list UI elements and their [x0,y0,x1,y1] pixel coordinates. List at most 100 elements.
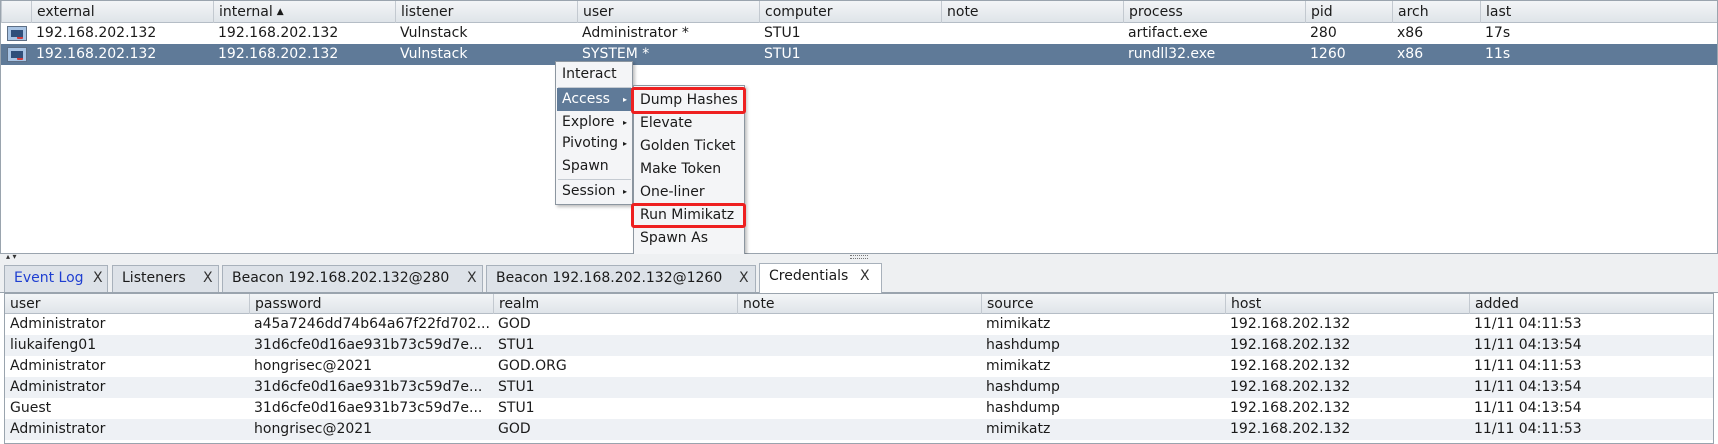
session-row-selected[interactable]: 192.168.202.132 192.168.202.132 Vulnstac… [1,44,1717,65]
menu-item-make-token[interactable]: Make Token [635,158,744,181]
close-tab-icon[interactable]: X [860,264,870,289]
column-header-label: realm [499,296,540,312]
splitter-grip-icon[interactable] [850,255,868,259]
menu-item-label: Pivoting [562,135,619,151]
session-context-menu: Interact Access ▸ Explore ▸ Pivoting ▸ Spaw… [555,61,633,205]
column-header-pid[interactable]: pid [1305,1,1392,23]
credential-user: Administrator [10,358,106,374]
credential-note [737,419,981,440]
column-header-added[interactable]: added [1469,294,1715,314]
tab-event-log[interactable]: Event Log X [4,265,108,292]
sessions-table: external internal ▲ listener user compute… [0,0,1718,254]
credential-source: mimikatz [986,421,1051,437]
credential-note [737,356,981,377]
column-header-password[interactable]: password [249,294,493,314]
beacon-session-icon [7,26,27,41]
column-header-source[interactable]: source [981,294,1225,314]
column-header-last[interactable]: last [1480,1,1718,23]
sessions-table-header: external internal ▲ listener user compute… [1,1,1717,23]
column-header-realm[interactable]: realm [493,294,737,314]
menu-item-one-liner[interactable]: One-liner [635,181,744,204]
menu-item-interact[interactable]: Interact [557,63,632,86]
session-external: 192.168.202.132 [36,25,157,41]
tab-beacon-280[interactable]: Beacon 192.168.202.132@280 X [222,265,483,292]
collapse-expand-arrows-icon[interactable]: ▴ ▾ [6,252,17,261]
credential-added: 11/11 04:11:53 [1474,358,1582,374]
column-header-internal[interactable]: internal ▲ [213,1,395,23]
close-tab-icon[interactable]: X [739,266,749,291]
tab-label: Listeners [122,270,186,286]
column-header-label: internal [219,4,273,20]
menu-item-label: Interact [562,66,617,82]
credential-added: 11/11 04:13:54 [1474,400,1582,416]
tab-label: Credentials [769,268,849,284]
menu-item-spawn[interactable]: Spawn [557,155,632,178]
menu-item-spawn-as[interactable]: Spawn As [635,227,744,250]
column-header-process[interactable]: process [1123,1,1305,23]
close-tab-icon[interactable]: X [93,266,103,291]
menu-item-elevate[interactable]: Elevate [635,112,744,135]
column-header-user[interactable]: user [5,294,249,314]
session-pid: 1260 [1310,46,1346,62]
credential-row[interactable]: Administrator a45a7246dd74b64a67f22fd702… [5,314,1713,335]
close-tab-icon[interactable]: X [203,266,213,291]
column-header-host[interactable]: host [1225,294,1469,314]
credential-password: hongrisec@2021 [254,421,373,437]
menu-item-label: Make Token [640,161,722,177]
session-user: Administrator * [582,25,689,41]
credential-password: 31d6cfe0d16ae931b73c59d7e... [254,379,483,395]
session-last: 11s [1485,46,1511,62]
column-header-listener[interactable]: listener [395,1,577,23]
credential-password: a45a7246dd74b64a67f22fd702... [254,316,490,332]
column-header-label: pid [1311,4,1333,20]
run-mimikatz-highlight-box [631,203,746,228]
column-header-label: user [583,4,614,20]
credential-user: Administrator [10,379,106,395]
session-note [941,44,1123,65]
credential-realm: GOD.ORG [498,358,567,374]
column-header-note[interactable]: note [941,1,1123,23]
column-header-computer[interactable]: computer [759,1,941,23]
column-header-arch[interactable]: arch [1392,1,1480,23]
session-row[interactable]: 192.168.202.132 192.168.202.132 Vulnstac… [1,23,1717,44]
column-header-label: listener [401,4,454,20]
credential-row[interactable]: Administrator hongrisec@2021 GOD mimikat… [5,419,1713,440]
menu-item-pivoting[interactable]: Pivoting ▸ [557,132,632,155]
menu-item-access[interactable]: Access ▸ [557,88,632,111]
column-header-external[interactable]: external [31,1,213,23]
menu-item-session[interactable]: Session ▸ [557,180,632,203]
tab-credentials[interactable]: Credentials X [759,263,882,293]
close-tab-icon[interactable]: X [467,266,477,291]
credential-row[interactable]: Guest 31d6cfe0d16ae931b73c59d7e... STU1 … [5,398,1713,419]
credential-added: 11/11 04:13:54 [1474,379,1582,395]
menu-item-label: Spawn [562,158,609,174]
session-computer: STU1 [764,46,801,62]
credential-user: Administrator [10,316,106,332]
column-header-label: host [1231,296,1262,312]
credential-source: hashdump [986,337,1060,353]
credential-source: hashdump [986,379,1060,395]
menu-item-explore[interactable]: Explore ▸ [557,111,632,134]
credential-row[interactable]: liukaifeng01 31d6cfe0d16ae931b73c59d7e..… [5,335,1713,356]
credential-host: 192.168.202.132 [1230,337,1351,353]
column-header-user[interactable]: user [577,1,759,23]
pane-splitter[interactable]: ▴ ▾ [0,252,1718,261]
credential-row[interactable]: Administrator hongrisec@2021 GOD.ORG mim… [5,356,1713,377]
credential-password: 31d6cfe0d16ae931b73c59d7e... [254,337,483,353]
icon-column-header[interactable] [1,1,31,23]
tab-listeners[interactable]: Listeners X [112,265,219,292]
column-header-label: arch [1398,4,1429,20]
credential-realm: GOD [498,316,531,332]
credential-realm: STU1 [498,337,535,353]
tab-label: Beacon 192.168.202.132@1260 [496,270,723,286]
credential-note [737,377,981,398]
column-header-note[interactable]: note [737,294,981,314]
tab-beacon-1260[interactable]: Beacon 192.168.202.132@1260 X [486,265,756,292]
menu-item-golden-ticket[interactable]: Golden Ticket [635,135,744,158]
credential-added: 11/11 04:11:53 [1474,421,1582,437]
credential-realm: GOD [498,421,531,437]
credential-host: 192.168.202.132 [1230,400,1351,416]
session-note [941,23,1123,44]
credential-row[interactable]: Administrator 31d6cfe0d16ae931b73c59d7e.… [5,377,1713,398]
session-internal: 192.168.202.132 [218,46,339,62]
